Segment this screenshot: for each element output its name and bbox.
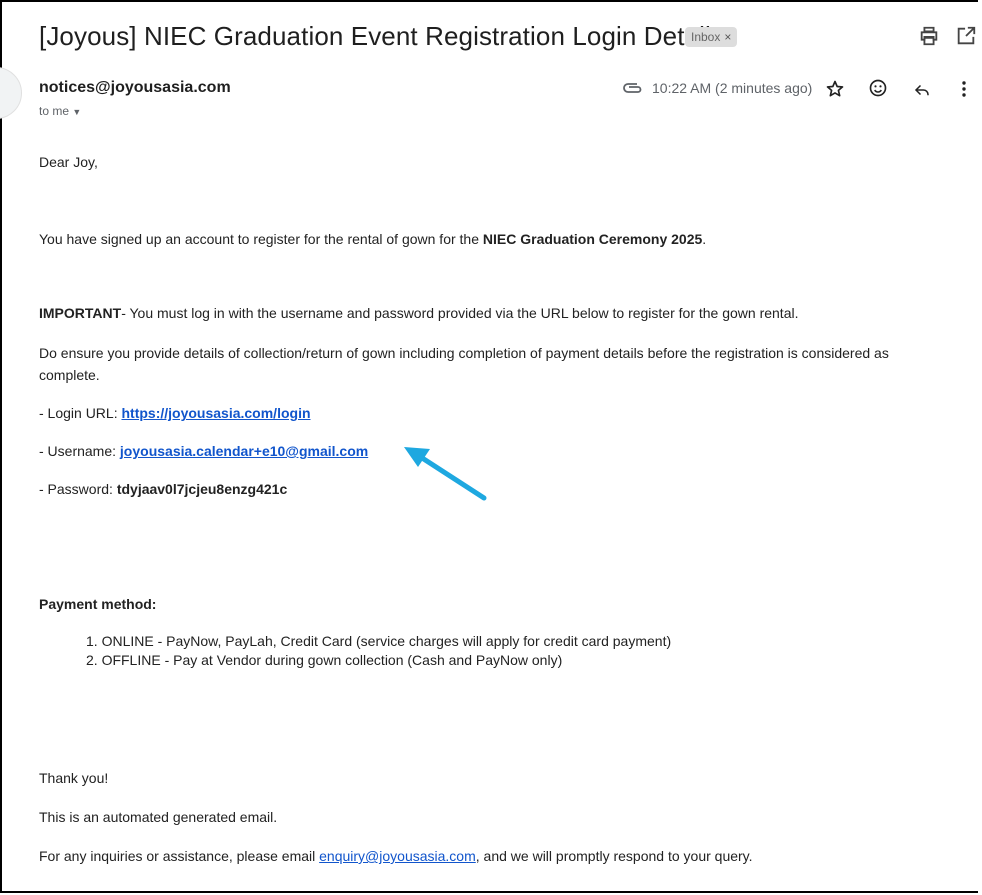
event-name: NIEC Graduation Ceremony 2025 <box>482 231 703 247</box>
inquiry-suffix: , and we will promptly respond to your q… <box>475 848 753 864</box>
important-paragraph: IMPORTANT- You must log in with the user… <box>39 305 799 321</box>
inquiry-prefix: For any inquiries or assistance, please … <box>39 848 320 864</box>
to-me-label: to me <box>39 104 70 118</box>
automated-note: This is an automated generated email. <box>39 809 278 825</box>
recipient-details-toggle[interactable]: to me ▼ <box>39 104 81 118</box>
password-label: - Password: <box>39 481 117 497</box>
emoji-icon[interactable] <box>868 78 888 98</box>
password-line: - Password: tdyjaav0l7jcjeu8enzg421c <box>39 481 287 497</box>
important-text: - You must log in with the username and … <box>121 305 799 321</box>
username-label: - Username: <box>39 443 120 459</box>
email-timestamp: 10:22 AM (2 minutes ago) <box>652 80 813 96</box>
signup-prefix: You have signed up an account to registe… <box>39 231 483 247</box>
inbox-label-chip[interactable]: Inbox × <box>685 27 738 47</box>
payment-method-offline: 2. OFFLINE - Pay at Vendor during gown c… <box>86 652 563 668</box>
inquiry-line: For any inquiries or assistance, please … <box>39 848 753 864</box>
username-link[interactable]: joyousasia.calendar+e10@gmail.com <box>120 443 368 459</box>
remove-label-icon[interactable]: × <box>724 30 731 44</box>
password-value: tdyjaav0l7jcjeu8enzg421c <box>116 481 288 497</box>
email-subject: [Joyous] NIEC Graduation Event Registrat… <box>39 21 724 51</box>
arrow-annotation <box>404 447 487 501</box>
login-url-line: - Login URL: https://joyousasia.com/logi… <box>39 405 311 421</box>
login-url-label: - Login URL: <box>39 405 122 421</box>
chevron-down-icon[interactable]: ▼ <box>72 107 81 117</box>
ensure-line-1: Do ensure you provide details of collect… <box>39 345 889 361</box>
greeting: Dear Joy, <box>39 154 98 170</box>
attachment-icon <box>623 83 642 93</box>
signup-suffix: . <box>702 231 707 247</box>
inquiry-email-link[interactable]: enquiry@joyousasia.com <box>319 848 476 864</box>
inbox-label-text: Inbox <box>691 30 721 44</box>
thank-you: Thank you! <box>39 770 109 786</box>
payment-method-online: 1. ONLINE - PayNow, PayLah, Credit Card … <box>86 633 672 649</box>
star-icon[interactable] <box>825 79 845 99</box>
sender-email[interactable]: notices@joyousasia.com <box>39 79 231 97</box>
login-url-link[interactable]: https://joyousasia.com/login <box>121 405 310 421</box>
print-icon[interactable] <box>918 25 940 47</box>
important-label: IMPORTANT <box>39 305 122 321</box>
reply-icon[interactable] <box>912 81 932 99</box>
more-vert-icon[interactable] <box>959 79 969 99</box>
username-line: - Username: joyousasia.calendar+e10@gmai… <box>39 443 368 459</box>
ensure-line-2: complete. <box>39 367 100 383</box>
open-in-new-icon[interactable] <box>955 25 977 47</box>
payment-heading: Payment method: <box>39 596 157 612</box>
signup-paragraph: You have signed up an account to registe… <box>39 231 706 247</box>
